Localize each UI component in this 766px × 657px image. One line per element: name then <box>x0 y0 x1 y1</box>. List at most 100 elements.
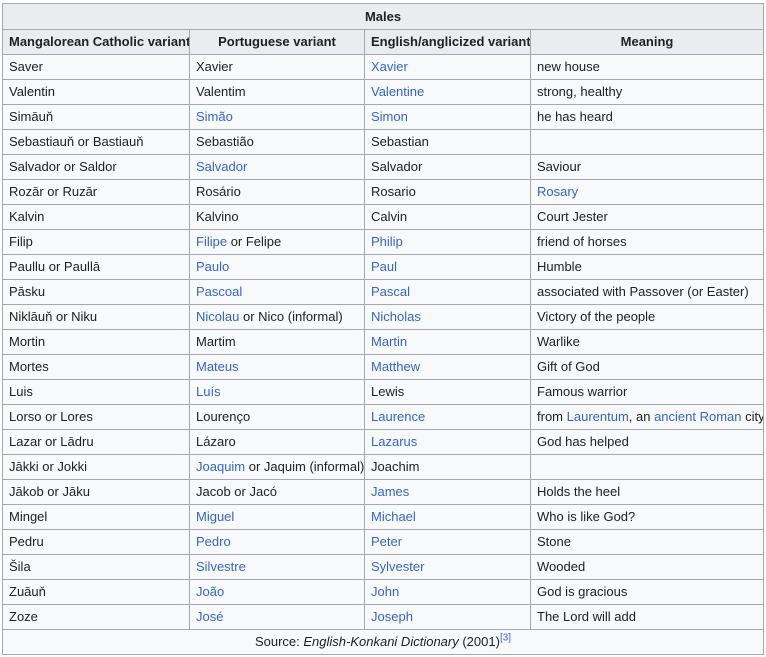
cell-text: Zoze <box>9 609 38 624</box>
table-cell: Nicholas <box>364 304 531 330</box>
table-row: Lazar or Lādru Lázaro Lazarus God has helpe… <box>2 429 765 455</box>
wiki-link[interactable]: José <box>196 609 223 624</box>
table-cell: Pāsku <box>2 279 190 305</box>
wiki-link[interactable]: Martin <box>371 334 407 349</box>
table-row: Rozār or Ruzār Rosário Rosario Rosary <box>2 179 765 205</box>
wiki-link[interactable]: ancient Roman <box>654 409 741 424</box>
wiki-link[interactable]: Joseph <box>371 609 413 624</box>
table-cell: new house <box>529 54 765 80</box>
wiki-link[interactable]: Rosary <box>537 184 578 199</box>
reference-link[interactable]: [3] <box>500 633 511 644</box>
cell-text: , an <box>628 409 655 424</box>
table-row: Luis Luís Lewis Famous warrior <box>2 379 765 405</box>
wiki-link[interactable]: Sylvester <box>371 559 424 574</box>
table-cell: Sebastiauň or Bastiauň <box>2 129 190 155</box>
cell-text: Kalvino <box>196 209 239 224</box>
wiki-link[interactable]: Paulo <box>196 259 229 274</box>
wiki-link[interactable]: Lazarus <box>371 434 417 449</box>
table-cell <box>529 454 765 480</box>
wiki-link[interactable]: Pascoal <box>196 284 242 299</box>
cell-text: Martim <box>196 334 236 349</box>
table-cell: Mortin <box>2 329 190 355</box>
table-cell: Rosario <box>364 179 531 205</box>
wiki-link[interactable]: Laurentum <box>567 409 629 424</box>
table-cell: James <box>364 479 531 505</box>
wiki-link[interactable]: Filipe <box>196 234 227 249</box>
cell-text: Gift of God <box>537 359 600 374</box>
wiki-link[interactable]: Simon <box>371 109 408 124</box>
table-cell: Mingel <box>2 504 190 530</box>
table-cell: Filipe or Felipe <box>189 229 365 255</box>
wiki-link[interactable]: Mateus <box>196 359 239 374</box>
table-cell: God has helped <box>529 429 765 455</box>
table-row: Šila Silvestre Sylvester Wooded <box>2 554 765 580</box>
wiki-link[interactable]: Luís <box>196 384 221 399</box>
cell-text: Pāsku <box>9 284 46 299</box>
table-cell: Nicolau or Nico (informal) <box>189 304 365 330</box>
wiki-link[interactable]: Miguel <box>196 509 234 524</box>
wiki-link[interactable]: Nicolau <box>196 309 239 324</box>
cell-text: Saver <box>9 59 43 74</box>
table-cell: associated with Passover (or Easter) <box>529 279 765 305</box>
cell-text: Mortes <box>9 359 49 374</box>
table-cell: Salvador or Saldor <box>2 154 190 180</box>
table-cell: Simon <box>364 104 531 130</box>
cell-text: Sebastiauň or Bastiauň <box>9 134 144 149</box>
table-cell: from Laurentum, an ancient Roman city <box>529 404 765 430</box>
source-prefix: Source: <box>254 634 304 649</box>
source-row: Source: English-Konkani Dictionary (2001… <box>1 629 765 655</box>
wiki-link[interactable]: James <box>371 484 409 499</box>
cell-text: or Jaquim (informal) <box>245 459 365 474</box>
table-cell: Lorso or Lores <box>2 404 190 430</box>
table-cell: Stone <box>529 529 765 555</box>
table-cell: Rosary <box>529 179 765 205</box>
cell-text: Filip <box>9 234 33 249</box>
table-row: Pāsku Pascoal Pascal associated with Passov… <box>2 279 765 305</box>
header-row: Mangalorean Catholic variant Portuguese … <box>2 29 765 55</box>
table-row: Mortes Mateus Matthew Gift of God <box>2 354 765 380</box>
source-title: English-Konkani Dictionary <box>303 634 459 649</box>
wiki-link[interactable]: Michael <box>371 509 416 524</box>
cell-text: Saviour <box>537 159 582 174</box>
wiki-link[interactable]: Xavier <box>371 59 408 74</box>
wiki-link[interactable]: Matthew <box>371 359 420 374</box>
cell-text: Paullu or Paullā <box>9 259 101 274</box>
table-cell: Lourenço <box>189 404 365 430</box>
table-cell: The Lord will add <box>529 604 765 630</box>
wiki-link[interactable]: Pedro <box>196 534 231 549</box>
table-row: Zuāuň João John God is gracious <box>2 579 765 605</box>
table-body: Saver Xavier Xavier new house Valentin Valent… <box>2 54 765 630</box>
wiki-link[interactable]: Philip <box>371 234 403 249</box>
wiki-link[interactable]: Nicholas <box>371 309 421 324</box>
wiki-link[interactable]: João <box>196 584 224 599</box>
wiki-link[interactable]: John <box>371 584 399 599</box>
table-cell <box>529 129 765 155</box>
wiki-link[interactable]: Valentine <box>371 84 424 99</box>
wiki-link[interactable]: Joaquim <box>196 459 245 474</box>
cell-text: Valentin <box>9 84 56 99</box>
table-cell: Filip <box>2 229 190 255</box>
table-cell: Valentim <box>189 79 365 105</box>
cell-text: Mingel <box>9 509 48 524</box>
wiki-link[interactable]: Peter <box>371 534 402 549</box>
wiki-link[interactable]: Silvestre <box>196 559 246 574</box>
wiki-link[interactable]: Paul <box>371 259 397 274</box>
table-row: Mingel Miguel Michael Who is like God? <box>2 504 765 530</box>
table-cell: Simāuň <box>2 104 190 130</box>
table-row: Sebastiauň or Bastiauň Sebastião Sebastian <box>2 129 765 155</box>
wiki-link[interactable]: Salvador <box>196 159 247 174</box>
table-cell: Silvestre <box>189 554 365 580</box>
table-cell: Xavier <box>364 54 531 80</box>
cell-text: God is gracious <box>537 584 628 599</box>
wiki-link[interactable]: Laurence <box>371 409 425 424</box>
table-row: Lorso or Lores Lourenço Laurence from Laure… <box>2 404 765 430</box>
table-cell: Holds the heel <box>529 479 765 505</box>
cell-text: strong, healthy <box>537 84 623 99</box>
cell-text: Valentim <box>196 84 246 99</box>
table-cell: Saviour <box>529 154 765 180</box>
wiki-link[interactable]: Simão <box>196 109 233 124</box>
wiki-link[interactable]: Pascal <box>371 284 410 299</box>
table-cell: Pedru <box>2 529 190 555</box>
cell-text: Calvin <box>371 209 408 224</box>
table-row: Zoze José Joseph The Lord will add <box>2 604 765 630</box>
